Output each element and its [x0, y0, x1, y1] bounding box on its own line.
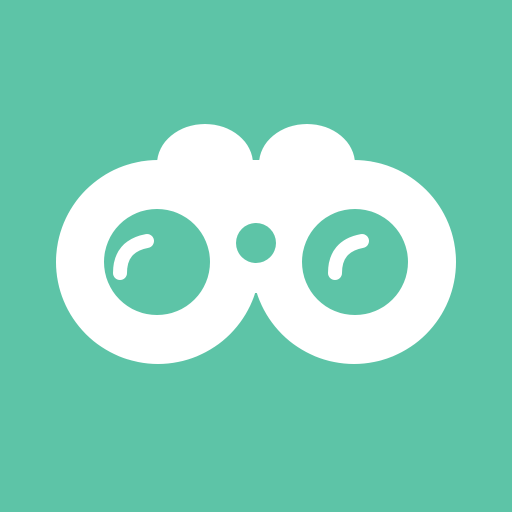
app-icon — [0, 0, 512, 512]
right-lens — [302, 209, 408, 315]
focus-knob — [236, 223, 276, 263]
binoculars-icon-svg — [0, 0, 512, 512]
